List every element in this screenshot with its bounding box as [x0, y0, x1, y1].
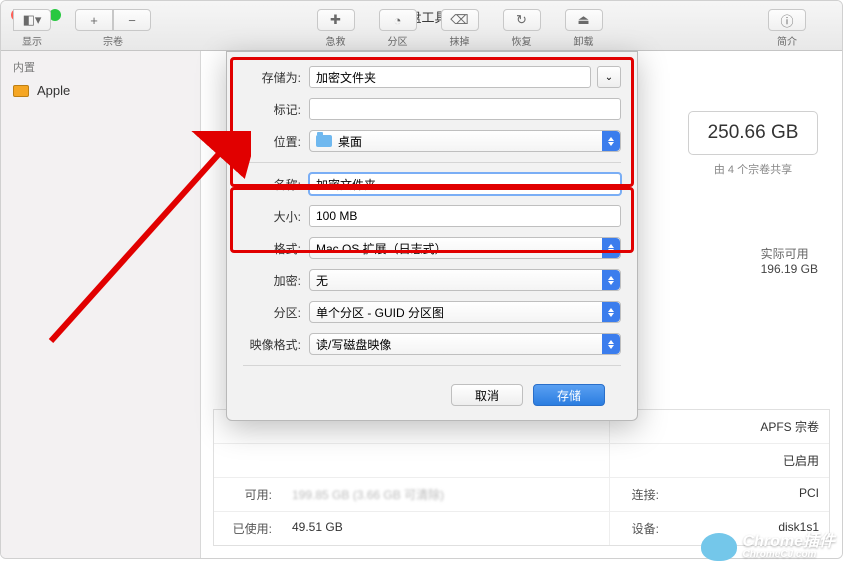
encrypt-popup[interactable]: 无 — [309, 269, 621, 291]
size-label: 大小: — [227, 208, 309, 225]
name-label: 名称: — [227, 176, 309, 193]
used-value: 49.51 GB — [282, 512, 609, 545]
image-format-label: 映像格式: — [227, 336, 309, 353]
name-input[interactable] — [309, 173, 621, 195]
tags-label: 标记: — [227, 101, 309, 118]
updown-caret-icon — [602, 238, 620, 258]
location-popup[interactable]: 桌面 — [309, 130, 621, 152]
divider — [243, 162, 621, 163]
restore-button[interactable]: ↻ — [503, 9, 541, 31]
available-label: 可用: — [214, 478, 282, 511]
available-value: 199.85 GB (3.66 GB 可清除) — [282, 478, 609, 511]
format-label: 格式: — [227, 240, 309, 257]
partition-button[interactable]: ◔ — [379, 9, 417, 31]
format-popup[interactable]: Mac OS 扩展（日志式） — [309, 237, 621, 259]
used-label: 已使用: — [214, 512, 282, 545]
capacity-box: 250.66 GB 由 4 个宗卷共享 — [688, 111, 818, 177]
view-button[interactable]: ◧▾ — [13, 9, 51, 31]
unmount-button[interactable]: ⏏ — [565, 9, 603, 31]
connection-value: PCI — [669, 478, 829, 511]
save-image-sheet: 存储为: ⌄ 标记: 位置: 桌面 名称: 大小: 格式: — [226, 51, 638, 421]
volume-remove-button[interactable]: − — [113, 9, 151, 31]
cancel-button[interactable]: 取消 — [451, 384, 523, 406]
info-table: APFS 宗卷 已启用 可用: 199.85 GB (3.66 GB 可清除) … — [213, 409, 830, 546]
actual-available: 实际可用 196.19 GB — [761, 245, 818, 276]
location-label: 位置: — [227, 133, 309, 150]
updown-caret-icon — [602, 270, 620, 290]
partition-scheme-label: 分区: — [227, 304, 309, 321]
folder-icon — [316, 135, 332, 147]
disk-icon — [13, 85, 29, 97]
snail-icon — [701, 533, 737, 561]
image-format-popup[interactable]: 读/写磁盘映像 — [309, 333, 621, 355]
view-label: 显示 — [22, 33, 42, 48]
firstaid-button[interactable]: ✚ — [317, 9, 355, 31]
save-as-label: 存储为: — [227, 69, 309, 86]
partition-scheme-popup[interactable]: 单个分区 - GUID 分区图 — [309, 301, 621, 323]
toolbar: ◧▾ 显示 + − 宗卷 ✚ 急救 ◔ 分区 ⌫ 抹 — [13, 9, 830, 48]
erase-button[interactable]: ⌫ — [441, 9, 479, 31]
save-as-input[interactable] — [309, 66, 591, 88]
watermark: Chrome插件 ChromeCJ.com — [701, 533, 835, 561]
connection-label: 连接: — [609, 478, 669, 511]
capacity-sub: 由 4 个宗卷共享 — [688, 161, 818, 177]
size-input[interactable] — [309, 205, 621, 227]
updown-caret-icon — [602, 302, 620, 322]
sidebar-item-apple[interactable]: Apple — [1, 79, 200, 102]
volume-label: 宗卷 — [103, 33, 123, 48]
tags-input[interactable] — [309, 98, 621, 120]
save-button[interactable]: 存储 — [533, 384, 605, 406]
expand-chevron-icon[interactable]: ⌄ — [597, 66, 621, 88]
updown-caret-icon — [602, 131, 620, 151]
titlebar: 磁盘工具 ◧▾ 显示 + − 宗卷 ✚ 急救 ◔ — [1, 1, 842, 51]
sidebar: 内置 Apple — [1, 51, 201, 558]
device-label: 设备: — [609, 512, 669, 545]
capacity-value: 250.66 GB — [688, 111, 818, 155]
divider — [243, 365, 621, 366]
disk-utility-window: 磁盘工具 ◧▾ 显示 + − 宗卷 ✚ 急救 ◔ — [0, 0, 843, 559]
updown-caret-icon — [602, 334, 620, 354]
sidebar-item-label: Apple — [37, 83, 70, 98]
volume-add-button[interactable]: + — [75, 9, 113, 31]
sidebar-section-header: 内置 — [1, 51, 200, 79]
encrypt-label: 加密: — [227, 272, 309, 289]
info-button[interactable]: ⓘ — [768, 9, 806, 31]
